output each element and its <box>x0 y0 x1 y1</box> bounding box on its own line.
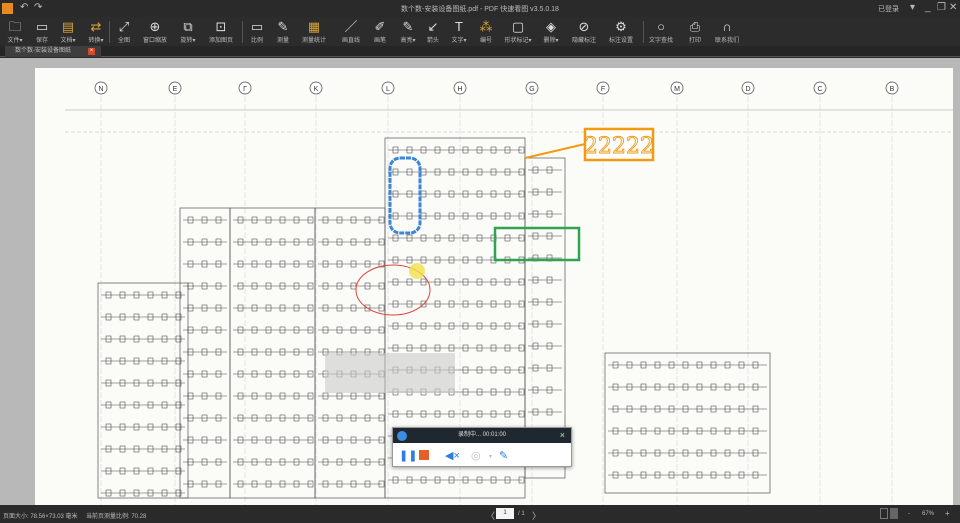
column-label: K <box>314 86 319 93</box>
annotation-settings-icon: ⚙ <box>615 19 627 34</box>
tab-close-icon[interactable]: × <box>88 48 95 55</box>
double-page-view-icon[interactable] <box>890 508 898 519</box>
toolbar-button-label: 测量统计 <box>301 38 326 44</box>
login-status[interactable]: 已登录 <box>878 4 899 14</box>
toolbar-separator <box>242 21 243 43</box>
column-label: G <box>529 86 534 93</box>
toolbar-button-label: 删除▾ <box>543 38 559 44</box>
column-label: C <box>817 86 822 93</box>
column-label: B <box>890 86 895 93</box>
zoom-out-button[interactable]: - <box>908 511 910 517</box>
toolbar-button[interactable]: ▢ 形状标记▾ <box>501 18 535 44</box>
column-label: E <box>173 86 178 93</box>
headset-icon: ∩ <box>722 19 732 34</box>
search-icon: ○ <box>657 19 665 34</box>
close-icon[interactable]: ✕ <box>949 2 957 13</box>
recorder-header[interactable]: 录制中... 00:01:00 × <box>393 428 571 443</box>
webcam-icon[interactable]: ◎ <box>471 449 481 462</box>
toolbar-button-label: 窗口缩放 <box>142 38 167 44</box>
building-outline <box>97 282 189 499</box>
zoom-window-icon: ⊕ <box>149 19 161 34</box>
toolbar-button[interactable]: ○ 文字查找 <box>644 18 678 44</box>
zoom-in-button[interactable]: + <box>945 509 950 518</box>
toolbar-separator <box>109 21 110 43</box>
menu-icon[interactable]: ▾ <box>910 2 915 13</box>
arrow-annotation <box>524 143 586 159</box>
toolbar: 🗀 文件▾ ▭ 保存 ▤ 文档▾ ⇄ 转换▾ ⤢ 全图 ⊕ 窗口缩放 ⧉ 旋转▾ ⊡ 添加图页 ▭ 比例 ✎ 测量 ▦ 测… <box>0 17 960 46</box>
column-label: D <box>745 86 750 93</box>
stop-icon[interactable] <box>419 450 429 460</box>
recorder-close-icon[interactable]: × <box>560 428 565 443</box>
pen-icon[interactable]: ✎ <box>499 449 508 462</box>
webcam-dropdown-icon[interactable]: ▾ <box>489 453 492 460</box>
column-label: N <box>98 86 103 93</box>
column-label: H <box>457 86 462 93</box>
number-icon: ⁂ <box>479 19 493 34</box>
title-bar: ↶ ↷ 数个数-安装设备图纸.pdf - PDF 快速看图 v3.5.0.18 … <box>0 0 960 17</box>
toolbar-button-label: 全图 <box>117 38 130 44</box>
minimize-icon[interactable]: _ <box>925 2 931 13</box>
cursor-highlight <box>409 263 425 279</box>
shape-icon: ▢ <box>511 19 525 34</box>
toolbar-button[interactable]: ⊡ 添加图页 <box>204 18 238 44</box>
status-bar: 页面大小: 78.56×73.03 毫米 当前页测量比例: 70.28 〈 1 … <box>0 505 960 523</box>
restore-icon[interactable]: ❐ <box>937 2 946 13</box>
toolbar-button[interactable]: ⁂ 编号 <box>469 18 503 44</box>
toolbar-button-label: 测量 <box>276 38 289 44</box>
recorder-logo-icon <box>397 431 407 441</box>
column-label: F <box>601 86 605 93</box>
toolbar-button[interactable]: ▦ 测量统计 <box>297 18 331 44</box>
hatched-area <box>325 353 455 393</box>
column-label: M <box>674 86 680 93</box>
tab-label: 数个数-安装设备图纸 <box>15 48 71 54</box>
document-tab[interactable]: 数个数-安装设备图纸 × <box>5 46 101 57</box>
hide-icon: ⊘ <box>578 19 590 34</box>
toolbar-button[interactable]: ⧉ 旋转▾ <box>171 18 205 44</box>
column-label: L <box>386 86 390 93</box>
toolbar-separator <box>643 21 644 43</box>
toolbar-button[interactable]: ⤢ 全图 <box>107 18 141 44</box>
print-icon: ⎙ <box>689 19 701 34</box>
single-page-view-icon[interactable] <box>880 508 888 519</box>
toolbar-button-label: 旋转▾ <box>180 38 196 44</box>
measure-scale: 当前页测量比例: 70.28 <box>86 514 147 520</box>
toolbar-button[interactable]: ◈ 删除▾ <box>534 18 568 44</box>
toolbar-button-label: 添加图页 <box>208 38 233 44</box>
tab-bar: 数个数-安装设备图纸 × <box>0 46 960 57</box>
toolbar-button[interactable]: ✎ 测量 <box>266 18 300 44</box>
toolbar-button[interactable]: ⊕ 窗口缩放 <box>138 18 172 44</box>
toolbar-button-label: 标注设置 <box>608 38 633 44</box>
page-size: 页面大小: 78.56×73.03 毫米 <box>3 514 78 520</box>
toolbar-button[interactable]: ⚙ 标注设置 <box>604 18 638 44</box>
screen-recorder-widget: 录制中... 00:01:00 × ❚❚ ◀× ◎ ▾ ✎ <box>392 427 572 467</box>
total-pages: / 1 <box>518 511 525 517</box>
measure-stats-icon: ▦ <box>307 19 321 34</box>
prev-page-button[interactable]: 〈 <box>486 509 495 522</box>
zoom-level: 67% <box>922 511 935 517</box>
fullscreen-icon: ⤢ <box>118 19 130 34</box>
toolbar-button[interactable]: ⊘ 隐藏标注 <box>567 18 601 44</box>
toolbar-button-label: 联系我们 <box>714 38 739 44</box>
pause-icon[interactable]: ❚❚ <box>399 449 417 462</box>
page-number-input[interactable]: 1 <box>496 508 514 519</box>
toolbar-button-label: 隐藏标注 <box>571 38 596 44</box>
toolbar-button[interactable]: ⎙ 打印 <box>678 18 712 44</box>
next-page-button[interactable]: 〉 <box>532 509 541 522</box>
recorder-status: 录制中... 00:01:00 <box>457 432 507 438</box>
eraser-icon: ◈ <box>546 19 556 34</box>
toolbar-button-label: 形状标记▾ <box>504 38 532 44</box>
toolbar-button-label: 文字查找 <box>648 38 673 44</box>
add-page-icon: ⊡ <box>215 19 227 34</box>
toolbar-button[interactable]: ∩ 联系我们 <box>710 18 744 44</box>
window-title: 数个数-安装设备图纸.pdf - PDF 快速看图 v3.5.0.18 <box>401 6 559 13</box>
building-outline <box>179 207 231 499</box>
rotate-icon: ⧉ <box>183 19 193 34</box>
annotation-text: 22222 <box>584 134 654 159</box>
mute-icon[interactable]: ◀× <box>445 449 460 462</box>
column-label: Γ <box>243 86 247 93</box>
toolbar-button-label: 编号 <box>479 38 492 44</box>
measure-icon: ✎ <box>277 19 289 34</box>
toolbar-button-label: 打印 <box>688 38 701 44</box>
